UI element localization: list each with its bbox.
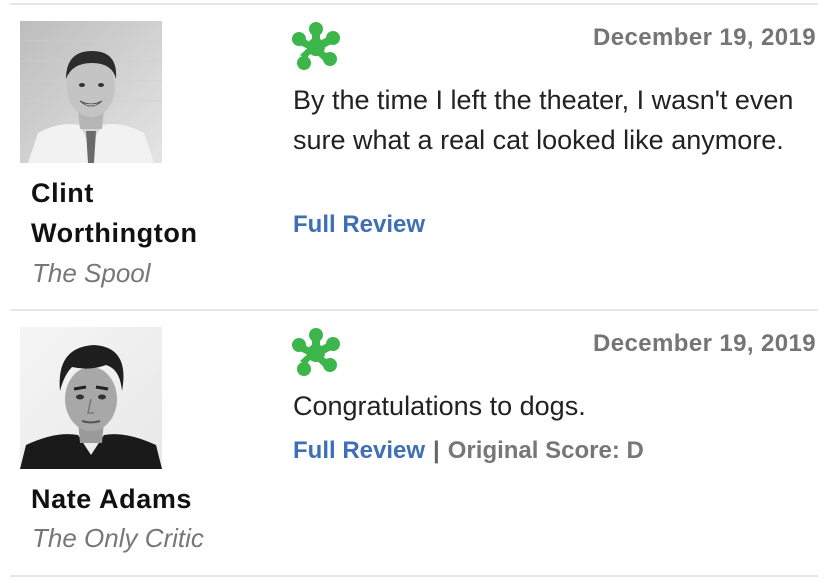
full-review-link[interactable]: Full Review (293, 437, 425, 464)
rotten-splat-icon (292, 22, 340, 70)
review-card: Nate Adams The Only Critic December 19, … (0, 311, 828, 575)
review-links: Full Review | Original Score: D (293, 436, 644, 466)
review-links: Full Review (293, 210, 425, 240)
critic-photo-icon (20, 327, 162, 469)
critic-avatar[interactable] (20, 21, 162, 163)
rotten-splat-icon (292, 328, 340, 376)
critic-avatar[interactable] (20, 327, 162, 469)
divider-bottom (10, 575, 818, 577)
full-review-link[interactable]: Full Review (293, 211, 425, 238)
original-score: Original Score: D (447, 437, 644, 464)
critic-photo-icon (20, 21, 162, 163)
publication-name[interactable]: The Spool (32, 257, 151, 289)
link-separator: | (433, 437, 440, 464)
critic-name[interactable]: Nate Adams (31, 479, 261, 519)
publication-name[interactable]: The Only Critic (32, 522, 204, 554)
review-card: Clint Worthington The Spool December 19,… (0, 0, 828, 309)
review-quote: Congratulations to dogs. (293, 391, 586, 421)
review-quote: By the time I left the theater, I wasn't… (293, 85, 794, 155)
review-date: December 19, 2019 (593, 24, 816, 51)
review-date: December 19, 2019 (593, 330, 816, 357)
critic-name[interactable]: Clint Worthington (31, 173, 261, 253)
